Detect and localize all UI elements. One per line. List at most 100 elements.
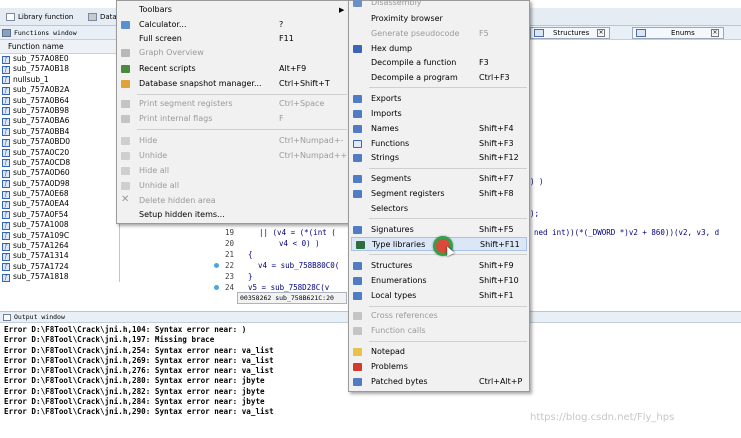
function-list-item[interactable]: f nullsub_1 (0, 75, 119, 85)
function-list-item[interactable]: f sub_757A0B98 (0, 106, 119, 116)
menu-item-unhide[interactable]: Unhide Ctrl+Numpad++ (117, 149, 349, 163)
menu-item-label: Full screen (139, 34, 182, 43)
tab-structures[interactable]: Structures × (530, 27, 610, 39)
function-list-item[interactable]: f sub_757A0C20 (0, 148, 119, 158)
function-icon: f (2, 211, 10, 220)
menu-shortcut: Ctrl+Alt+P (479, 377, 523, 386)
menu-item-decompile-function[interactable]: Decompile a function F3 (349, 56, 529, 70)
menu-item-database-snapshot-manager[interactable]: Database snapshot manager... Ctrl+Shift+… (117, 77, 349, 91)
menu-item-structures[interactable]: Structures Shift+F9 (349, 259, 529, 273)
close-icon[interactable]: × (597, 29, 605, 37)
menu-separator (369, 341, 527, 342)
menu-item-signatures[interactable]: Signatures Shift+F5 (349, 223, 529, 237)
function-list-item[interactable]: f sub_757A0CD8 (0, 158, 119, 168)
function-list-item[interactable]: f sub_757A1724 (0, 262, 119, 272)
menu-item-hex-dump[interactable]: Hex dump (349, 42, 529, 56)
breakpoint-dot[interactable] (214, 263, 219, 268)
menu-item-imports[interactable]: Imports (349, 107, 529, 121)
function-list-item[interactable]: f sub_757A0B18 (0, 64, 119, 74)
function-name: sub_757A1264 (13, 241, 69, 251)
menu-item-label: Hide all (139, 166, 170, 175)
function-list-item[interactable]: f sub_757A0BB4 (0, 127, 119, 137)
tab-data[interactable]: Data (86, 10, 116, 24)
menu-item-enumerations[interactable]: Enumerations Shift+F10 (349, 274, 529, 288)
menu-item-strings[interactable]: Strings Shift+F12 (349, 151, 529, 165)
menu-item-function-calls[interactable]: Function calls (349, 324, 529, 338)
function-list-item[interactable]: f sub_757A1008 (0, 220, 119, 230)
menu-item-local-types[interactable]: Local types Shift+F1 (349, 289, 529, 303)
menu-item-generate-pseudocode[interactable]: Generate pseudocode F5 (349, 27, 529, 41)
menu-item-delete-hidden-area[interactable]: ✕ Delete hidden area (117, 194, 349, 208)
menu-item-unhide-all[interactable]: Unhide all (117, 179, 349, 193)
unhide-all-icon (121, 182, 130, 190)
line-number: 21 (225, 250, 235, 259)
menu-item-label: Unhide all (139, 181, 180, 190)
menu-item-hide-all[interactable]: Hide all (117, 164, 349, 178)
function-list-item[interactable]: f sub_757A0EA4 (0, 199, 119, 209)
function-list-item[interactable]: f sub_757A0D60 (0, 168, 119, 178)
code-line: v4 < 0) ) (279, 239, 320, 248)
tab-data-label: Data (100, 13, 116, 21)
function-name: sub_757A0C20 (13, 147, 70, 157)
data-legend-icon (88, 13, 97, 21)
menu-item-notepad[interactable]: Notepad (349, 345, 529, 359)
menu-item-segment-registers[interactable]: Segment registers Shift+F8 (349, 187, 529, 201)
function-list-item[interactable]: f sub_757A0B2A (0, 85, 119, 95)
menu-item-toolbars[interactable]: Toolbars ▶ (117, 3, 349, 17)
menu-item-label: Graph Overview (139, 48, 204, 57)
menu-item-functions[interactable]: Functions Shift+F3 (349, 137, 529, 151)
menu-item-patched-bytes[interactable]: Patched bytes Ctrl+Alt+P (349, 375, 529, 389)
function-name: sub_757A0CD8 (13, 157, 71, 167)
function-list-item[interactable]: f sub_757A08E0 (0, 54, 119, 64)
menu-item-label: Unhide (139, 151, 168, 160)
function-name: sub_757A1818 (13, 272, 69, 282)
output-line: Error D:\F8Tool\Crack\jni.h,197: Missing… (4, 335, 215, 345)
flags-icon (121, 115, 130, 123)
menu-item-setup-hidden-items[interactable]: Setup hidden items... (117, 208, 349, 222)
tab-library-function[interactable]: Library function (4, 10, 84, 24)
menu-item-cross-references[interactable]: Cross references (349, 309, 529, 323)
function-name: sub_757A0B98 (13, 105, 70, 115)
menu-item-exports[interactable]: Exports (349, 92, 529, 106)
segments-icon (353, 175, 362, 183)
cross-references-icon (353, 312, 362, 320)
menu-item-names[interactable]: Names Shift+F4 (349, 122, 529, 136)
output-line: Error D:\F8Tool\Crack\jni.h,104: Syntax … (4, 325, 247, 334)
function-list-item[interactable]: f sub_757A0BA6 (0, 116, 119, 126)
menu-item-label: Segment registers (371, 189, 445, 198)
output-line: Error D:\F8Tool\Crack\jni.h,280: Syntax … (4, 376, 265, 386)
menu-item-segments[interactable]: Segments Shift+F7 (349, 172, 529, 186)
function-list-item[interactable]: f sub_757A109C (0, 231, 119, 241)
breakpoint-dot[interactable] (214, 285, 219, 290)
menu-item-full-screen[interactable]: Full screen F11 (117, 32, 349, 46)
menu-item-recent-scripts[interactable]: Recent scripts Alt+F9 (117, 62, 349, 76)
function-icon: f (2, 169, 10, 178)
code-status-address: 00358262 sub_758B621C:20 (237, 292, 347, 304)
menu-item-calculator[interactable]: Calculator... ? (117, 18, 349, 32)
output-window[interactable]: Error D:\F8Tool\Crack\jni.h,104: Syntax … (4, 325, 344, 418)
function-list-item[interactable]: f sub_757A1818 (0, 272, 119, 282)
output-window-title: Output window (14, 313, 65, 321)
output-line: Error D:\F8Tool\Crack\jni.h,282: Syntax … (4, 386, 265, 396)
function-list-item[interactable]: f sub_757A0D98 (0, 179, 119, 189)
function-list-item[interactable]: f sub_757A1314 (0, 251, 119, 261)
menu-shortcut: Shift+F8 (479, 189, 514, 198)
menu-item-print-segment-registers[interactable]: Print segment registers Ctrl+Space (117, 97, 349, 111)
menu-item-disassembly[interactable]: Disassembly (349, 0, 529, 10)
function-list-item[interactable]: f sub_757A0B64 (0, 96, 119, 106)
menu-item-hide[interactable]: Hide Ctrl+Numpad+- (117, 134, 349, 148)
function-list-item[interactable]: f sub_757A0F54 (0, 210, 119, 220)
function-list-item[interactable]: f sub_757A0E68 (0, 189, 119, 199)
close-icon[interactable]: × (711, 29, 719, 37)
function-name-column-header[interactable]: Function name (0, 40, 119, 54)
menu-item-proximity-browser[interactable]: Proximity browser (349, 12, 529, 26)
function-list-item[interactable]: f sub_757A0BD0 (0, 137, 119, 147)
function-list-item[interactable]: f sub_757A1264 (0, 241, 119, 251)
function-name: sub_757A0F54 (13, 209, 69, 219)
menu-item-decompile-program[interactable]: Decompile a program Ctrl+F3 (349, 71, 529, 85)
menu-item-graph-overview[interactable]: Graph Overview (117, 46, 349, 60)
tab-enums[interactable]: Enums × (632, 27, 724, 39)
menu-item-problems[interactable]: Problems (349, 360, 529, 374)
menu-item-print-internal-flags[interactable]: Print internal flags F (117, 112, 349, 126)
menu-item-selectors[interactable]: Selectors (349, 202, 529, 216)
